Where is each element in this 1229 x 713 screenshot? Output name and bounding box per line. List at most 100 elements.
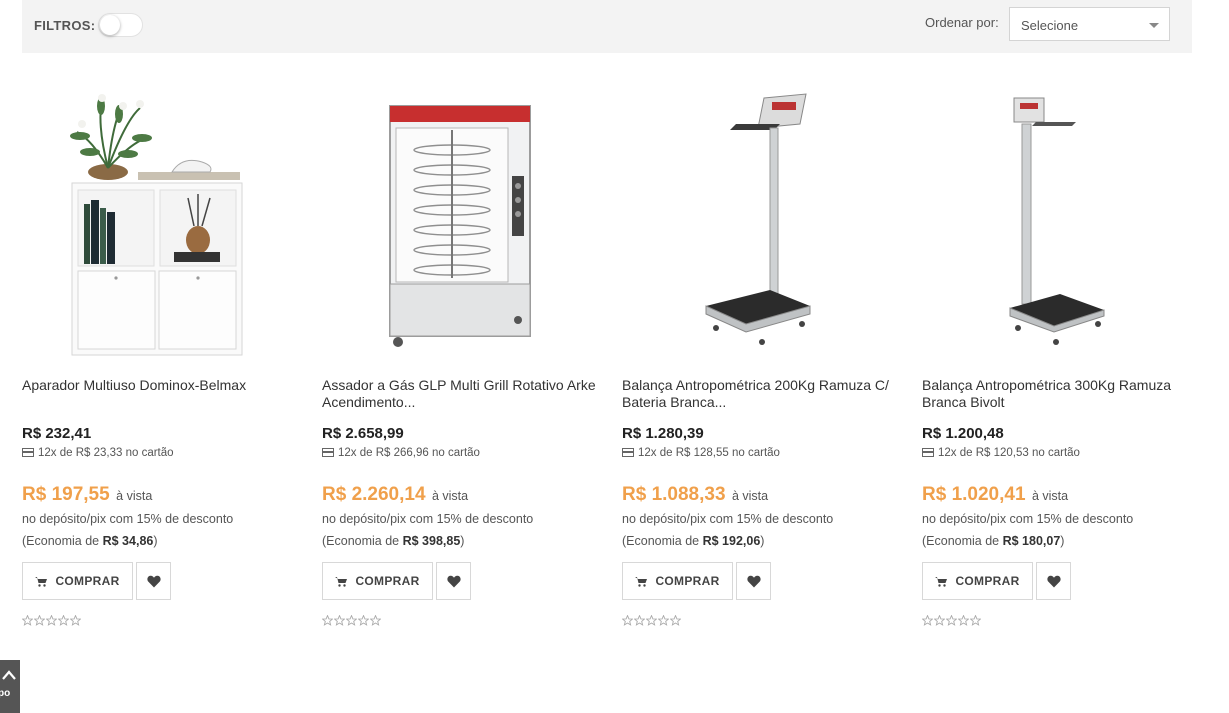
product-card: Aparador Multiuso Dominox-Belmax R$ 232,…: [22, 80, 302, 640]
installments-info: 12x de R$ 128,55 no cartão: [622, 447, 780, 459]
cart-icon: [935, 576, 948, 587]
economy-text: (Economia de R$ 398,85): [322, 534, 464, 548]
wishlist-button[interactable]: [1036, 562, 1071, 600]
product-image[interactable]: [622, 80, 892, 360]
buy-button[interactable]: COMPRAR: [322, 562, 433, 600]
buy-button[interactable]: COMPRAR: [922, 562, 1033, 600]
cart-icon: [635, 576, 648, 587]
rating-stars: [922, 615, 981, 626]
discount-text: no depósito/pix com 15% de desconto: [622, 512, 834, 526]
sort-select[interactable]: Selecione: [1009, 7, 1170, 41]
cash-price: R$ 1.088,33: [622, 484, 726, 505]
product-card: Balança Antropométrica 300Kg Ramuza Bran…: [922, 80, 1202, 640]
product-image[interactable]: [322, 80, 592, 360]
buy-button[interactable]: COMPRAR: [22, 562, 133, 600]
economy-text: (Economia de R$ 180,07): [922, 534, 1064, 548]
filters-label: FILTROS:: [34, 18, 96, 33]
cart-icon: [335, 576, 348, 587]
buy-button[interactable]: COMPRAR: [622, 562, 733, 600]
rating-stars: [322, 615, 381, 626]
filters-toggle[interactable]: [98, 13, 143, 37]
cash-suffix: à vista: [1031, 489, 1069, 503]
cash-price-row: R$ 1.020,41 à vista: [922, 484, 1068, 506]
rating-stars: [22, 615, 81, 626]
star-icon: [634, 615, 645, 626]
star-icon: [670, 615, 681, 626]
installments-text: 12x de R$ 23,33 no cartão: [38, 447, 174, 459]
buy-button-label: COMPRAR: [955, 574, 1020, 588]
product-title[interactable]: Balança Antropométrica 200Kg Ramuza C/ B…: [622, 377, 897, 411]
cash-price-row: R$ 2.260,14 à vista: [322, 484, 468, 506]
cash-price: R$ 197,55: [22, 484, 110, 505]
star-icon: [934, 615, 945, 626]
credit-card-icon: [922, 448, 934, 457]
product-image[interactable]: [22, 80, 292, 360]
heart-icon: [1047, 575, 1061, 588]
star-icon: [34, 615, 45, 626]
economy-suffix: ): [153, 534, 158, 548]
product-title[interactable]: Balança Antropométrica 300Kg Ramuza Bran…: [922, 377, 1197, 411]
installments-text: 12x de R$ 266,96 no cartão: [338, 447, 480, 459]
discount-text: no depósito/pix com 15% de desconto: [322, 512, 534, 526]
economy-suffix: ): [760, 534, 765, 548]
star-icon: [70, 615, 81, 626]
cash-price-row: R$ 197,55 à vista: [22, 484, 152, 506]
wishlist-button[interactable]: [136, 562, 171, 600]
star-icon: [658, 615, 669, 626]
buy-button-label: COMPRAR: [355, 574, 420, 588]
sort-label: Ordenar por:: [925, 15, 999, 30]
installments-info: 12x de R$ 120,53 no cartão: [922, 447, 1080, 459]
heart-icon: [747, 575, 761, 588]
back-to-top-button[interactable]: po: [0, 660, 20, 713]
product-title[interactable]: Assador a Gás GLP Multi Grill Rotativo A…: [322, 377, 597, 411]
back-to-top-label: po: [0, 688, 11, 699]
chevron-up-icon: [2, 670, 16, 680]
product-card: Assador a Gás GLP Multi Grill Rotativo A…: [322, 80, 602, 640]
economy-prefix: (Economia de: [322, 534, 400, 548]
filter-toolbar: FILTROS: Ordenar por: Selecione: [22, 0, 1192, 53]
cash-suffix: à vista: [431, 489, 469, 503]
product-price: R$ 2.658,99: [322, 425, 404, 442]
heart-icon: [147, 575, 161, 588]
product-price: R$ 1.200,48: [922, 425, 1004, 442]
star-icon: [946, 615, 957, 626]
wishlist-button[interactable]: [736, 562, 771, 600]
economy-text: (Economia de R$ 34,86): [22, 534, 158, 548]
cash-price: R$ 1.020,41: [922, 484, 1026, 505]
product-title[interactable]: Aparador Multiuso Dominox-Belmax: [22, 377, 297, 394]
toggle-knob: [100, 15, 120, 35]
buy-button-label: COMPRAR: [655, 574, 720, 588]
star-icon: [46, 615, 57, 626]
economy-text: (Economia de R$ 192,06): [622, 534, 764, 548]
cash-price-row: R$ 1.088,33 à vista: [622, 484, 768, 506]
sort-select-value: Selecione: [1021, 18, 1079, 33]
star-icon: [322, 615, 333, 626]
discount-text: no depósito/pix com 15% de desconto: [22, 512, 234, 526]
chevron-down-icon: [1149, 23, 1159, 28]
economy-suffix: ): [1060, 534, 1065, 548]
buy-button-label: COMPRAR: [55, 574, 120, 588]
cash-price: R$ 2.260,14: [322, 484, 426, 505]
economy-value: R$ 34,86: [102, 534, 154, 548]
product-image[interactable]: [922, 80, 1192, 360]
star-icon: [358, 615, 369, 626]
cart-icon: [35, 576, 48, 587]
credit-card-icon: [22, 448, 34, 457]
star-icon: [958, 615, 969, 626]
star-icon: [334, 615, 345, 626]
star-icon: [622, 615, 633, 626]
star-icon: [346, 615, 357, 626]
wishlist-button[interactable]: [436, 562, 471, 600]
star-icon: [370, 615, 381, 626]
installments-info: 12x de R$ 266,96 no cartão: [322, 447, 480, 459]
star-icon: [646, 615, 657, 626]
economy-prefix: (Economia de: [22, 534, 100, 548]
economy-prefix: (Economia de: [922, 534, 1000, 548]
economy-value: R$ 398,85: [402, 534, 461, 548]
credit-card-icon: [322, 448, 334, 457]
star-icon: [922, 615, 933, 626]
rating-stars: [622, 615, 681, 626]
product-card: Balança Antropométrica 200Kg Ramuza C/ B…: [622, 80, 902, 640]
cash-suffix: à vista: [116, 489, 153, 503]
installments-text: 12x de R$ 128,55 no cartão: [638, 447, 780, 459]
